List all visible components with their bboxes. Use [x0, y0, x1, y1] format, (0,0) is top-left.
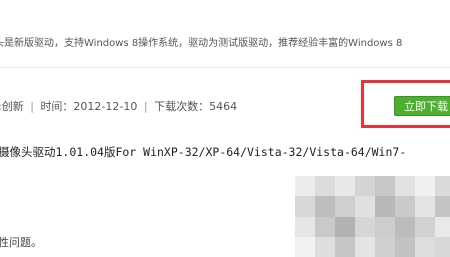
- separator: |: [30, 100, 34, 113]
- pixel-tile: [355, 176, 375, 197]
- divider: [0, 67, 450, 68]
- pixel-tile: [295, 216, 315, 237]
- pixel-tile: [315, 196, 335, 217]
- pixel-tile: [415, 196, 435, 217]
- pixel-tile: [395, 236, 415, 257]
- pixel-tile: [415, 176, 435, 197]
- blurred-image: [295, 176, 450, 257]
- pixel-tile: [375, 196, 395, 217]
- pixel-tile: [435, 216, 450, 237]
- intro-text: 头是新版驱动，支持Windows 8操作系统，驱动为测试版驱动，推荐经验丰富的W…: [0, 38, 403, 49]
- pixel-tile: [315, 176, 335, 197]
- pixel-tile: [375, 236, 395, 257]
- issue-text: 性问题。: [0, 236, 42, 249]
- pixel-tile: [335, 176, 355, 197]
- download-now-button[interactable]: 立即下载: [394, 96, 450, 116]
- pixel-tile: [435, 196, 450, 217]
- pixel-tile: [355, 216, 375, 237]
- separator: |: [143, 100, 148, 113]
- pixel-tile: [395, 196, 415, 217]
- pixel-tile: [355, 236, 375, 257]
- pixel-tile: [355, 196, 375, 217]
- pixel-tile: [435, 236, 450, 257]
- pixel-tile: [315, 236, 335, 257]
- pixel-tile: [375, 216, 395, 237]
- pixel-tile: [335, 196, 355, 217]
- pixel-tile: [335, 236, 355, 257]
- meta-info: :创新 | 时间：2012-12-10 | 下载次数：5464: [0, 98, 237, 114]
- pixel-tile: [295, 196, 315, 217]
- pixel-tile: [395, 216, 415, 237]
- pixel-tile: [295, 236, 315, 257]
- driver-title: 摄像头驱动1.01.04版For WinXP-32/XP-64/Vista-32…: [0, 145, 407, 159]
- download-highlight-frame: 立即下载: [361, 80, 450, 128]
- author-label: :创新: [0, 100, 24, 113]
- pixel-tile: [295, 176, 315, 197]
- date-label: 时间：2012-12-10: [40, 100, 138, 113]
- pixel-tile: [315, 216, 335, 237]
- pixel-tile: [435, 176, 450, 197]
- pixel-tile: [375, 176, 395, 197]
- download-count-label: 下载次数：5464: [154, 100, 238, 113]
- pixel-tile: [335, 216, 355, 237]
- pixel-tile: [415, 236, 435, 257]
- pixel-tile: [415, 216, 435, 237]
- pixel-tile: [395, 176, 415, 197]
